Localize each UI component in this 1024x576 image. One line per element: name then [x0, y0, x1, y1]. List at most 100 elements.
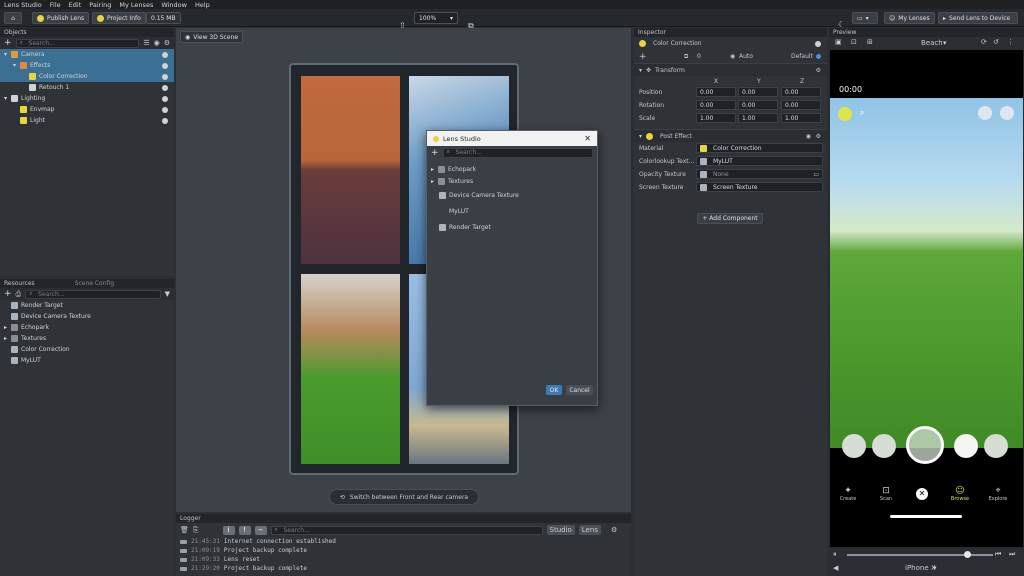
dialog-search-input[interactable]: Search... — [442, 148, 593, 158]
project-info-button[interactable]: Project Info — [92, 12, 146, 24]
menu-edit[interactable]: Edit — [69, 1, 82, 9]
visibility-toggle[interactable] — [162, 51, 168, 58]
scene-config-tab[interactable]: Scene Config — [75, 280, 114, 287]
gear-icon[interactable]: ⚙ — [164, 39, 170, 47]
lens-carousel-item[interactable] — [842, 434, 866, 458]
close-icon[interactable]: ✕ — [584, 134, 591, 143]
objects-search-input[interactable]: Search... — [15, 38, 140, 48]
info-filter-icon[interactable]: i — [222, 525, 235, 535]
visibility-toggle[interactable] — [162, 117, 168, 124]
grid-icon[interactable]: ⊞ — [867, 38, 873, 46]
logger-search-input[interactable]: Search... — [270, 525, 543, 535]
flip-camera-icon[interactable] — [1000, 106, 1014, 120]
resource-item[interactable]: ▸ Textures — [0, 333, 174, 344]
objects-tree-item[interactable]: ▾ Effects — [0, 60, 174, 71]
menu-app[interactable]: Lens Studio — [4, 1, 42, 9]
transform-field[interactable]: 0.00 — [696, 87, 736, 97]
lens-icon[interactable] — [838, 107, 852, 121]
menu-pairing[interactable]: Pairing — [89, 1, 111, 9]
nav-scan[interactable]: ⊡ Scan — [876, 486, 896, 502]
refresh-icon[interactable]: ⟳ — [981, 38, 987, 46]
gear-icon[interactable]: ⚙ — [816, 133, 821, 140]
step-forward-icon[interactable]: ⏭ — [1009, 550, 1015, 559]
dialog-list-item[interactable]: MyLUT — [427, 203, 597, 219]
transform-field[interactable]: 0.00 — [781, 100, 821, 110]
transform-field[interactable]: 0.00 — [738, 100, 778, 110]
transform-field[interactable]: 0.00 — [738, 87, 778, 97]
objects-tree-item[interactable]: Retouch 1 — [0, 82, 174, 93]
chevron-right-icon[interactable]: ▸ — [431, 178, 438, 185]
cancel-button[interactable]: Cancel — [566, 385, 593, 395]
chevron-down-icon[interactable]: ▾ — [933, 564, 937, 572]
error-filter-icon[interactable]: − — [254, 525, 267, 535]
transform-field[interactable]: 0.00 — [696, 100, 736, 110]
volume-icon[interactable]: ◀ — [833, 564, 838, 572]
step-back-icon[interactable]: ⏮ — [995, 550, 1001, 559]
visibility-toggle[interactable] — [162, 62, 168, 69]
transform-field[interactable]: 1.00 — [738, 113, 778, 123]
dialog-list-item[interactable]: Render Target — [427, 219, 597, 235]
lens-carousel-item[interactable] — [984, 434, 1008, 458]
eye-icon[interactable]: ◉ — [154, 39, 160, 47]
warning-filter-icon[interactable]: ! — [238, 525, 251, 535]
dialog-list-item[interactable]: ▸ Textures — [427, 175, 597, 187]
visibility-toggle[interactable] — [162, 95, 168, 102]
capture-button[interactable] — [906, 426, 944, 464]
chevron-right-icon[interactable]: ▸ — [4, 324, 11, 331]
import-icon[interactable]: ⎙ — [16, 290, 22, 299]
my-lenses-button[interactable]: ☺ My Lenses — [884, 12, 935, 24]
ok-button[interactable]: OK — [546, 385, 562, 395]
resources-search-input[interactable]: Search... — [25, 289, 161, 299]
gear-icon[interactable]: ⚙ — [816, 67, 821, 74]
add-icon[interactable]: + — [4, 289, 12, 299]
search-icon[interactable]: ⌕ — [860, 108, 864, 118]
chevron-right-icon[interactable]: ▸ — [431, 166, 438, 173]
resource-item[interactable]: Device Camera Texture — [0, 311, 174, 322]
send-lens-button[interactable]: ▸ Send Lens to Device — [938, 12, 1018, 24]
objects-tree-item[interactable]: Light — [0, 115, 174, 126]
resource-item[interactable]: MyLUT — [0, 355, 174, 366]
chevron-right-icon[interactable]: ▸ — [4, 335, 11, 342]
add-friend-icon[interactable] — [978, 106, 992, 120]
add-icon[interactable]: + — [431, 148, 439, 158]
chevron-down-icon[interactable]: ▾ — [4, 95, 11, 102]
trash-icon[interactable]: 🗑 — [180, 526, 189, 534]
menu-file[interactable]: File — [50, 1, 61, 9]
chevron-down-icon[interactable]: ▾ — [639, 67, 642, 74]
lens-carousel-item[interactable] — [954, 434, 978, 458]
phone-preview[interactable]: 00:00 ⌕ ✦ Create ⊡ Scan ✕ ☺ Browse ⌖ Explore — [830, 50, 1023, 547]
resource-item[interactable]: Color Correction — [0, 344, 174, 355]
switch-camera-button[interactable]: ⟲ Switch between Front and Rear camera — [329, 489, 479, 505]
scene-select[interactable]: Beach — [921, 39, 943, 47]
list-icon[interactable]: ☰ — [143, 39, 149, 47]
objects-tree-item[interactable]: ▾ Lighting — [0, 93, 174, 104]
gear-icon[interactable]: ⚙ — [611, 526, 617, 534]
studio-filter-button[interactable]: Studio — [546, 525, 575, 535]
filter-icon[interactable]: ▼ — [165, 290, 170, 298]
view-3d-scene-button[interactable]: ◉ View 3D Scene — [180, 31, 244, 43]
settings-icon[interactable]: ⋮ — [1007, 38, 1014, 46]
add-icon[interactable]: + — [639, 52, 647, 62]
screenshot-icon[interactable]: ⊡ — [851, 38, 857, 46]
objects-tree-item[interactable]: Envmap — [0, 104, 174, 115]
zoom-select[interactable]: 100% ▾ — [414, 12, 458, 24]
lens-carousel-item[interactable] — [872, 434, 896, 458]
menu-my-lenses[interactable]: My Lenses — [119, 1, 153, 9]
transform-field[interactable]: 1.00 — [696, 113, 736, 123]
objects-tree-item[interactable]: Color Correction — [0, 71, 174, 82]
publish-lens-button[interactable]: Publish Lens — [32, 12, 90, 24]
timeline-handle[interactable] — [964, 551, 971, 558]
copy-icon[interactable]: ⎘ — [193, 526, 199, 535]
objects-tree-item[interactable]: ▾ Camera — [0, 49, 174, 60]
close-icon[interactable]: ✕ — [916, 488, 928, 500]
resources-title[interactable]: Resources — [4, 280, 35, 287]
device-select[interactable]: iPhone X — [905, 564, 936, 572]
visibility-toggle[interactable] — [162, 84, 168, 91]
enabled-toggle[interactable] — [815, 40, 821, 47]
auto-icon[interactable]: ◉ — [730, 53, 735, 60]
add-component-button[interactable]: + Add Component — [697, 213, 763, 224]
chevron-down-icon[interactable]: ▾ — [639, 133, 642, 140]
lens-filter-button[interactable]: Lens — [578, 525, 601, 535]
camera-icon[interactable]: ▣ — [835, 38, 842, 46]
home-button[interactable]: ⌂ — [4, 12, 22, 24]
